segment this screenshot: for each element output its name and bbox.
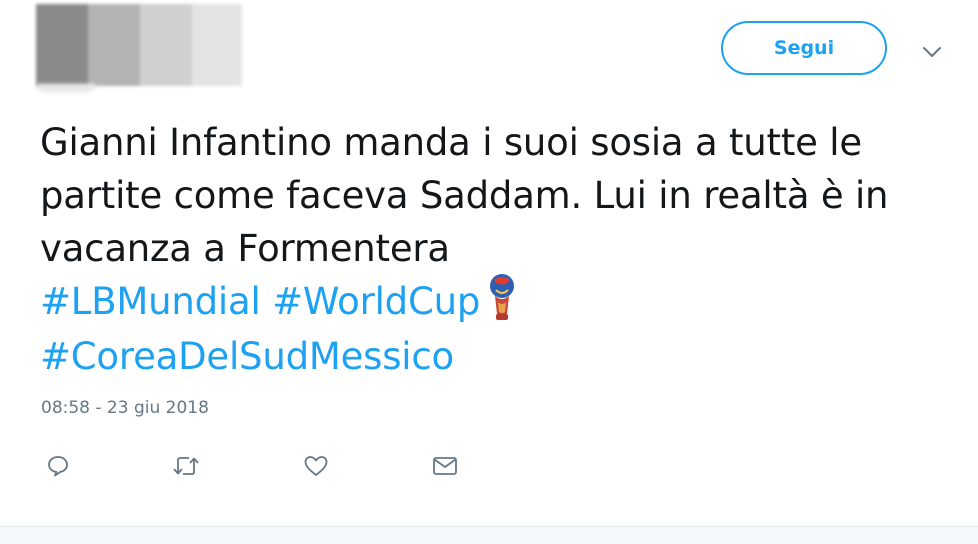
tweet-text: Gianni Infantino manda i suoi sosia a tu…	[40, 116, 960, 383]
world-cup-trophy-icon	[486, 272, 518, 324]
hashtag-worldcup[interactable]: #WorldCup	[272, 280, 480, 323]
retweet-icon[interactable]	[168, 448, 204, 484]
hashtag-lbmundial[interactable]: #LBMundial	[40, 280, 261, 323]
tweet-actions-bar	[0, 448, 978, 484]
footer-divider	[0, 526, 978, 544]
tweet-text-line-3: vacanza a Formentera	[40, 227, 450, 270]
hashtag-coreadelsudmessico[interactable]: #CoreaDelSudMessico	[40, 335, 454, 378]
heart-icon[interactable]	[298, 448, 334, 484]
tweet-text-line-1: Gianni Infantino manda i suoi sosia a tu…	[40, 121, 862, 164]
envelope-icon[interactable]	[427, 448, 463, 484]
tweet-timestamp[interactable]: 08:58 - 23 giu 2018	[41, 398, 209, 418]
chevron-down-icon[interactable]	[918, 38, 946, 66]
blurred-author-decoration	[36, 84, 96, 92]
reply-icon[interactable]	[40, 448, 76, 484]
blurred-author-avatar[interactable]	[36, 4, 242, 86]
follow-button-label: Segui	[773, 37, 835, 59]
tweet-text-line-2: partite come faceva Saddam. Lui in realt…	[40, 174, 889, 217]
follow-button[interactable]: Segui	[721, 21, 887, 75]
